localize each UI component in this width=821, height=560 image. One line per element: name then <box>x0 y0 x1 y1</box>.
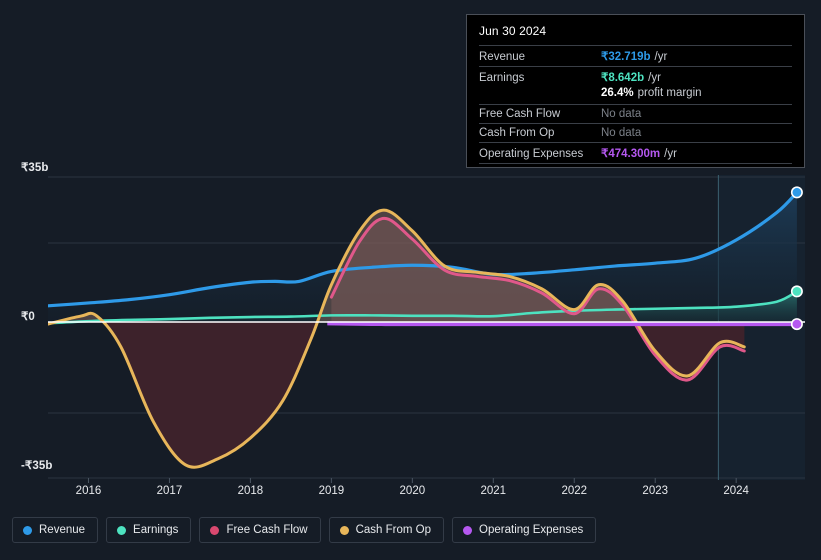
tooltip-profit-margin-row: 26.4% profit margin <box>479 87 792 104</box>
legend-color-dot-icon <box>339 525 349 535</box>
legend-item-revenue[interactable]: Revenue <box>12 517 99 543</box>
tooltip-row-cash-from-op: Cash From Op No data <box>479 123 792 142</box>
tooltip-row-label: Cash From Op <box>479 127 555 139</box>
legend-item-free-cash-flow[interactable]: Free Cash Flow <box>199 517 321 543</box>
financial-chart-widget: ₹35b ₹0 -₹35b 2016 2017 2018 2019 2020 2021 20… <box>0 0 821 560</box>
y-axis-label-zero: ₹0 <box>21 311 35 323</box>
tooltip-row-operating-expenses: Operating Expenses ₹474.300m/yr <box>479 142 792 163</box>
x-axis-tick-2020: 2020 <box>399 485 426 497</box>
legend-item-label: Revenue <box>39 524 86 536</box>
y-axis-label-max: ₹35b <box>21 162 49 174</box>
legend-item-cash-from-op[interactable]: Cash From Op <box>328 517 445 543</box>
legend-item-label: Operating Expenses <box>479 524 584 536</box>
x-axis-tick-2021: 2021 <box>480 485 507 497</box>
legend-item-label: Cash From Op <box>355 524 432 536</box>
x-axis-tick-2019: 2019 <box>318 485 345 497</box>
tooltip-row-label: Revenue <box>479 51 526 63</box>
tooltip-row-free-cash-flow: Free Cash Flow No data <box>479 104 792 123</box>
x-axis-tick-2024: 2024 <box>723 485 749 497</box>
tooltip-row-unit: /yr <box>654 51 668 63</box>
legend-color-dot-icon <box>210 525 220 535</box>
x-axis-tick-2022: 2022 <box>561 485 588 497</box>
y-axis-label-min: -₹35b <box>21 460 53 472</box>
tooltip-row-value: No data <box>601 108 642 120</box>
x-axis-tick-2017: 2017 <box>156 485 183 497</box>
tooltip-bottom-divider <box>479 163 792 164</box>
legend-item-label: Free Cash Flow <box>226 524 308 536</box>
tooltip-row-label: Operating Expenses <box>479 148 584 160</box>
tooltip-row-unit: /yr <box>648 72 661 84</box>
tooltip-row-earnings: Earnings ₹8.642b/yr <box>479 66 792 87</box>
tooltip-row-value: ₹8.642b <box>601 72 645 84</box>
legend-item-earnings[interactable]: Earnings <box>106 517 192 543</box>
tooltip-profit-margin-label: profit margin <box>637 87 702 99</box>
tooltip-row-revenue: Revenue ₹32.719b/yr <box>479 45 792 66</box>
legend-item-label: Earnings <box>133 524 179 536</box>
tooltip-row-value: ₹474.300m <box>601 148 661 160</box>
tooltip-row-label: Free Cash Flow <box>479 108 561 120</box>
x-axis-tick-2016: 2016 <box>75 485 102 497</box>
x-axis-tick-2023: 2023 <box>642 485 669 497</box>
tooltip-row-value: ₹32.719b <box>601 51 651 63</box>
data-tooltip: Jun 30 2024 Revenue ₹32.719b/yr Earnings ₹8… <box>466 14 805 168</box>
legend-color-dot-icon <box>117 525 127 535</box>
legend-item-operating-expenses[interactable]: Operating Expenses <box>452 517 597 543</box>
tooltip-date: Jun 30 2024 <box>479 24 547 38</box>
tooltip-row-value: No data <box>601 127 642 139</box>
tooltip-row-unit: /yr <box>664 148 677 160</box>
legend-color-dot-icon <box>23 525 32 535</box>
chart-legend[interactable]: Revenue Earnings Free Cash Flow Cash From O… <box>12 517 597 543</box>
x-axis-tick-2018: 2018 <box>237 485 264 497</box>
tooltip-rows: Revenue ₹32.719b/yr Earnings ₹8.642b/yr 26.4… <box>479 45 792 164</box>
legend-color-dot-icon <box>463 525 473 535</box>
tooltip-row-label: Earnings <box>479 72 525 84</box>
tooltip-profit-margin-value: 26.4% <box>601 87 634 99</box>
